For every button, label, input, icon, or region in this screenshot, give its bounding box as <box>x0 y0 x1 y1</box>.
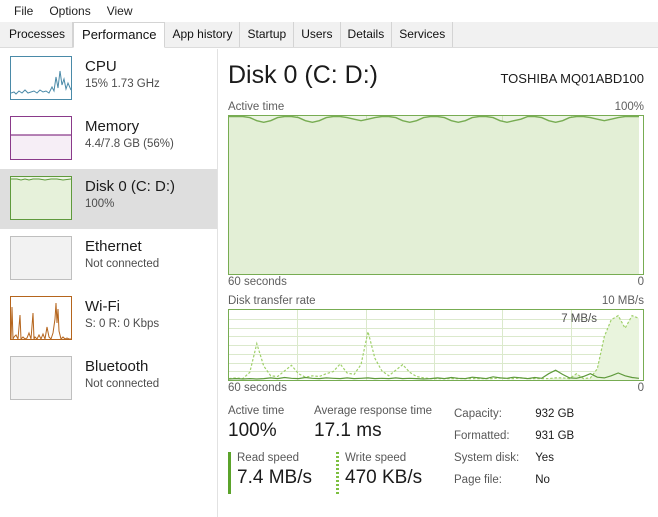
transfer-rate-axis: 60 seconds 0 <box>228 382 644 395</box>
info-key-capacity: Capacity: <box>454 406 533 426</box>
table-row: Capacity: 932 GB <box>454 406 574 426</box>
stat-average-response-time-value: 17.1 ms <box>314 418 446 443</box>
sidebar-cpu-subtitle: 15% 1.73 GHz <box>85 77 160 92</box>
stat-active-time-value: 100% <box>228 418 314 443</box>
sidebar-memory-text: Memory 4.4/7.8 GB (56%) <box>85 116 174 152</box>
primary-stat-row: Active time 100% Average response time 1… <box>228 404 446 443</box>
cpu-thumbnail-graph <box>10 56 72 100</box>
sidebar-ethernet-title: Ethernet <box>85 237 159 256</box>
active-time-axis: 60 seconds 0 <box>228 276 644 289</box>
transfer-rate-annotation: 7 MB/s <box>561 313 597 325</box>
sidebar-item-disk-0[interactable]: Disk 0 (C: D:) 100% <box>0 169 217 229</box>
sidebar-item-cpu[interactable]: CPU 15% 1.73 GHz <box>0 49 217 109</box>
active-time-xleft: 60 seconds <box>228 276 287 289</box>
memory-thumbnail-graph <box>10 116 72 160</box>
read-speed-legend-marker <box>228 452 231 494</box>
sidebar-memory-subtitle: 4.4/7.8 GB (56%) <box>85 137 174 152</box>
transfer-rate-plot: 7 MB/s <box>228 309 644 381</box>
tab-services[interactable]: Services <box>392 22 453 47</box>
stat-read-speed-value: 7.4 MB/s <box>237 465 312 490</box>
task-manager-window: File Options View Processes Performance … <box>0 0 658 517</box>
info-key-system-disk: System disk: <box>454 450 533 470</box>
write-speed-legend-marker <box>336 452 339 494</box>
menu-item-view[interactable]: View <box>99 2 141 20</box>
sidebar-wifi-text: Wi-Fi S: 0 R: 0 Kbps <box>85 296 159 332</box>
sidebar-disk-title: Disk 0 (C: D:) <box>85 177 175 196</box>
performance-detail-panel: Disk 0 (C: D:) TOSHIBA MQ01ABD100 Active… <box>219 49 658 517</box>
transfer-rate-xleft: 60 seconds <box>228 382 287 395</box>
wifi-thumbnail-graph <box>10 296 72 340</box>
sidebar-item-ethernet[interactable]: Ethernet Not connected <box>0 229 217 289</box>
sidebar-wifi-subtitle: S: 0 R: 0 Kbps <box>85 317 159 332</box>
sidebar-bluetooth-title: Bluetooth <box>85 357 159 376</box>
stat-read-speed-text: Read speed 7.4 MB/s <box>237 451 312 494</box>
table-row: Page file: No <box>454 472 574 492</box>
transfer-rate-chart-ymax: 10 MB/s <box>602 295 644 308</box>
stat-average-response-time-label: Average response time <box>314 404 446 418</box>
sidebar-cpu-text: CPU 15% 1.73 GHz <box>85 56 160 92</box>
sidebar-item-bluetooth[interactable]: Bluetooth Not connected <box>0 349 217 409</box>
stat-read-speed-label: Read speed <box>237 451 312 465</box>
active-time-plot-svg <box>229 116 639 274</box>
info-value-formatted: 931 GB <box>535 428 574 448</box>
stat-write-speed: Write speed 470 KB/s <box>336 451 422 494</box>
table-row: System disk: Yes <box>454 450 574 470</box>
page-title: Disk 0 (C: D:) <box>228 60 378 90</box>
active-time-plot <box>228 115 644 275</box>
disk-info-table: Capacity: 932 GB Formatted: 931 GB Syste… <box>452 404 576 494</box>
sidebar-item-wifi[interactable]: Wi-Fi S: 0 R: 0 Kbps <box>0 289 217 349</box>
active-time-chart-block: Active time 100% 60 seconds 0 <box>228 101 644 289</box>
sidebar-wifi-title: Wi-Fi <box>85 297 159 316</box>
panel-header: Disk 0 (C: D:) TOSHIBA MQ01ABD100 <box>228 60 644 94</box>
sidebar-bluetooth-text: Bluetooth Not connected <box>85 356 159 392</box>
info-value-page-file: No <box>535 472 574 492</box>
transfer-rate-xright: 0 <box>638 382 644 395</box>
sidebar-item-memory[interactable]: Memory 4.4/7.8 GB (56%) <box>0 109 217 169</box>
stat-active-time-label: Active time <box>228 404 314 418</box>
active-time-chart-ymax: 100% <box>615 101 644 114</box>
stat-write-speed-value: 470 KB/s <box>345 465 422 490</box>
stat-write-speed-label: Write speed <box>345 451 422 465</box>
menu-item-options[interactable]: Options <box>41 2 98 20</box>
sidebar-memory-title: Memory <box>85 117 174 136</box>
stat-read-speed: Read speed 7.4 MB/s <box>228 451 336 494</box>
sidebar-bluetooth-subtitle: Not connected <box>85 377 159 392</box>
table-row: Formatted: 931 GB <box>454 428 574 448</box>
stat-active-time: Active time 100% <box>228 404 314 443</box>
tab-details[interactable]: Details <box>341 22 393 47</box>
statistics-left-column: Active time 100% Average response time 1… <box>228 404 446 494</box>
active-time-caption: Active time 100% <box>228 101 644 114</box>
speed-stat-row: Read speed 7.4 MB/s Write speed 470 KB/s <box>228 451 446 494</box>
transfer-rate-chart-title: Disk transfer rate <box>228 295 316 308</box>
disk-statistics: Active time 100% Average response time 1… <box>228 404 644 494</box>
stat-write-speed-text: Write speed 470 KB/s <box>345 451 422 494</box>
menu-bar: File Options View <box>0 0 658 22</box>
tab-users[interactable]: Users <box>294 22 340 47</box>
sidebar-cpu-title: CPU <box>85 57 160 76</box>
tab-performance[interactable]: Performance <box>73 22 165 48</box>
bluetooth-thumbnail-graph <box>10 356 72 400</box>
ethernet-thumbnail-graph <box>10 236 72 280</box>
stat-average-response-time: Average response time 17.1 ms <box>314 404 446 443</box>
device-model-name: TOSHIBA MQ01ABD100 <box>500 71 644 88</box>
tab-strip: Processes Performance App history Startu… <box>0 22 658 48</box>
tab-app-history[interactable]: App history <box>165 22 240 47</box>
info-value-system-disk: Yes <box>535 450 574 470</box>
resource-sidebar[interactable]: CPU 15% 1.73 GHz Memory 4.4/7.8 GB (56%) <box>0 49 218 517</box>
sidebar-ethernet-text: Ethernet Not connected <box>85 236 159 272</box>
sidebar-disk-subtitle: 100% <box>85 197 175 212</box>
sidebar-ethernet-subtitle: Not connected <box>85 257 159 272</box>
info-key-formatted: Formatted: <box>454 428 533 448</box>
transfer-rate-chart-block: Disk transfer rate 10 MB/s 7 MB/s 60 sec… <box>228 295 644 395</box>
tab-startup[interactable]: Startup <box>240 22 294 47</box>
menu-item-file[interactable]: File <box>6 2 41 20</box>
transfer-rate-caption: Disk transfer rate 10 MB/s <box>228 295 644 308</box>
info-key-page-file: Page file: <box>454 472 533 492</box>
tab-processes[interactable]: Processes <box>2 22 73 47</box>
sidebar-disk-text: Disk 0 (C: D:) 100% <box>85 176 175 212</box>
info-value-capacity: 932 GB <box>535 406 574 426</box>
active-time-xright: 0 <box>638 276 644 289</box>
disk-thumbnail-graph <box>10 176 72 220</box>
active-time-chart-title: Active time <box>228 101 284 114</box>
